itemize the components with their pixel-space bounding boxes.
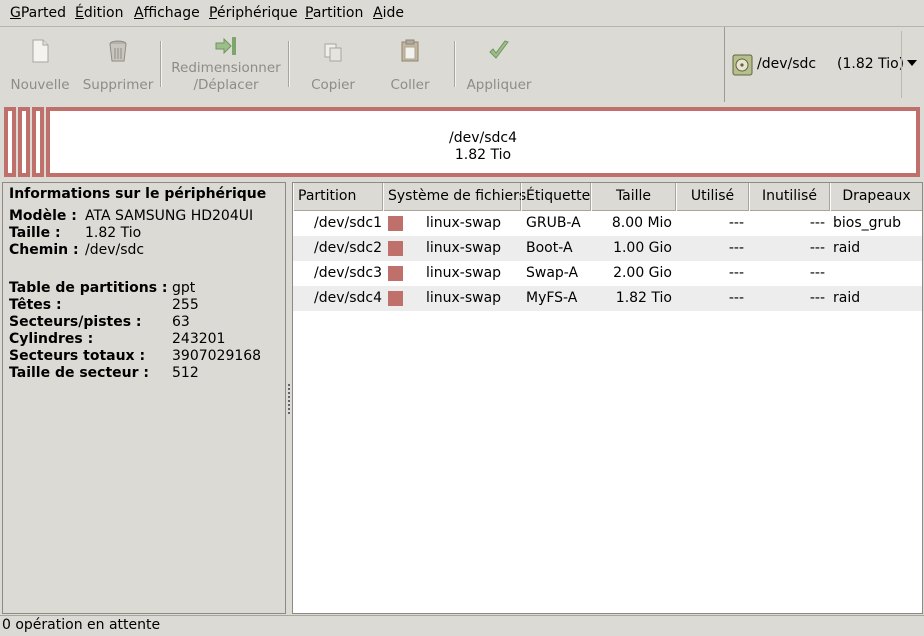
status-bar: 0 opération en attente	[0, 615, 924, 636]
delete-button[interactable]: Supprimer	[80, 27, 156, 102]
device-selector[interactable]: /dev/sdc (1.82 Tio)	[724, 27, 924, 102]
toolbar: Nouvelle Supprimer Redimensionner /Dépla…	[0, 26, 924, 102]
paste-clipboard-icon	[401, 39, 419, 62]
disk-slice-sdc2[interactable]	[18, 107, 30, 177]
copy-icon	[324, 43, 342, 62]
device-info-panel: Informations sur le périphérique Modèle …	[2, 182, 286, 614]
menu-peripherique[interactable]: Périphérique	[209, 5, 298, 21]
table-header: Partition Système de fichiers Étiquette …	[293, 183, 922, 211]
column-header-partition[interactable]: Partition	[293, 183, 383, 211]
info-sector-size: Taille de secteur :512	[9, 365, 199, 381]
disk-slice-sdc1[interactable]	[4, 107, 16, 177]
table-row[interactable]: /dev/sdc4 linux-swap MyFS-A 1.82 Tio ---…	[293, 286, 922, 311]
info-partition-table: Table de partitions : gpt	[9, 280, 196, 296]
info-cylinders: Cylindres :243201	[9, 331, 226, 347]
resize-move-button[interactable]: Redimensionner /Déplacer	[168, 27, 284, 102]
disk-slice-sdc3[interactable]	[32, 107, 44, 177]
info-heads: Têtes :255	[9, 297, 199, 313]
new-button[interactable]: Nouvelle	[4, 27, 76, 102]
checkmark-icon	[489, 40, 509, 59]
resize-arrow-icon	[215, 37, 236, 55]
info-total-sectors: Secteurs totaux :3907029168	[9, 348, 262, 364]
table-row[interactable]: /dev/sdc2 linux-swap Boot-A 1.00 Gio ---…	[293, 236, 922, 261]
toolbar-separator	[454, 41, 456, 87]
table-row[interactable]: /dev/sdc1 linux-swap GRUB-A 8.00 Mio ---…	[293, 211, 922, 236]
pane-splitter-handle[interactable]	[287, 384, 291, 418]
menu-aide[interactable]: Aide	[373, 5, 404, 21]
column-header-unused[interactable]: Inutilisé	[749, 183, 830, 211]
copy-button[interactable]: Copier	[296, 27, 370, 102]
pending-operations-status: 0 opération en attente	[2, 617, 161, 633]
menu-affichage[interactable]: Affichage	[134, 5, 200, 21]
column-header-used[interactable]: Utilisé	[676, 183, 749, 211]
apply-button[interactable]: Appliquer	[462, 27, 536, 102]
info-model: Modèle : ATA SAMSUNG HD204UI	[9, 208, 254, 224]
column-header-filesystem[interactable]: Système de fichiers	[383, 183, 526, 211]
paste-button[interactable]: Coller	[374, 27, 446, 102]
info-path: Chemin :/dev/sdc	[9, 242, 145, 258]
menu-gparted[interactable]: GParted	[10, 5, 66, 21]
info-size: Taille :1.82 Tio	[9, 225, 142, 241]
column-header-label[interactable]: Étiquette	[521, 183, 591, 211]
menu-bar: GParted Édition Affichage Périphérique P…	[0, 0, 924, 26]
hard-drive-icon	[732, 54, 753, 76]
fs-color-swatch	[388, 291, 403, 306]
toolbar-separator	[160, 41, 162, 87]
disk-graphic: /dev/sdc4 1.82 Tio	[0, 104, 924, 180]
disk-slice-name: /dev/sdc4	[448, 130, 517, 146]
fs-color-swatch	[388, 241, 403, 256]
table-row[interactable]: /dev/sdc3 linux-swap Swap-A 2.00 Gio ---…	[293, 261, 922, 286]
trash-icon	[109, 40, 127, 62]
disk-slice-sdc4[interactable]: /dev/sdc4 1.82 Tio	[46, 107, 920, 177]
chevron-down-icon	[907, 60, 917, 66]
disk-slice-size: 1.82 Tio	[454, 147, 512, 163]
toolbar-separator	[288, 41, 290, 87]
fs-color-swatch	[388, 266, 403, 281]
menu-partition[interactable]: Partition	[305, 5, 363, 21]
info-sectors-track: Secteurs/pistes :63	[9, 314, 190, 330]
partition-table: Partition Système de fichiers Étiquette …	[292, 182, 923, 614]
fs-color-swatch	[388, 216, 403, 231]
column-header-flags[interactable]: Drapeaux	[830, 183, 922, 211]
new-document-icon	[32, 39, 49, 63]
info-title: Informations sur le périphérique	[9, 186, 267, 202]
column-header-size[interactable]: Taille	[591, 183, 676, 211]
menu-edition[interactable]: Édition	[75, 5, 123, 21]
